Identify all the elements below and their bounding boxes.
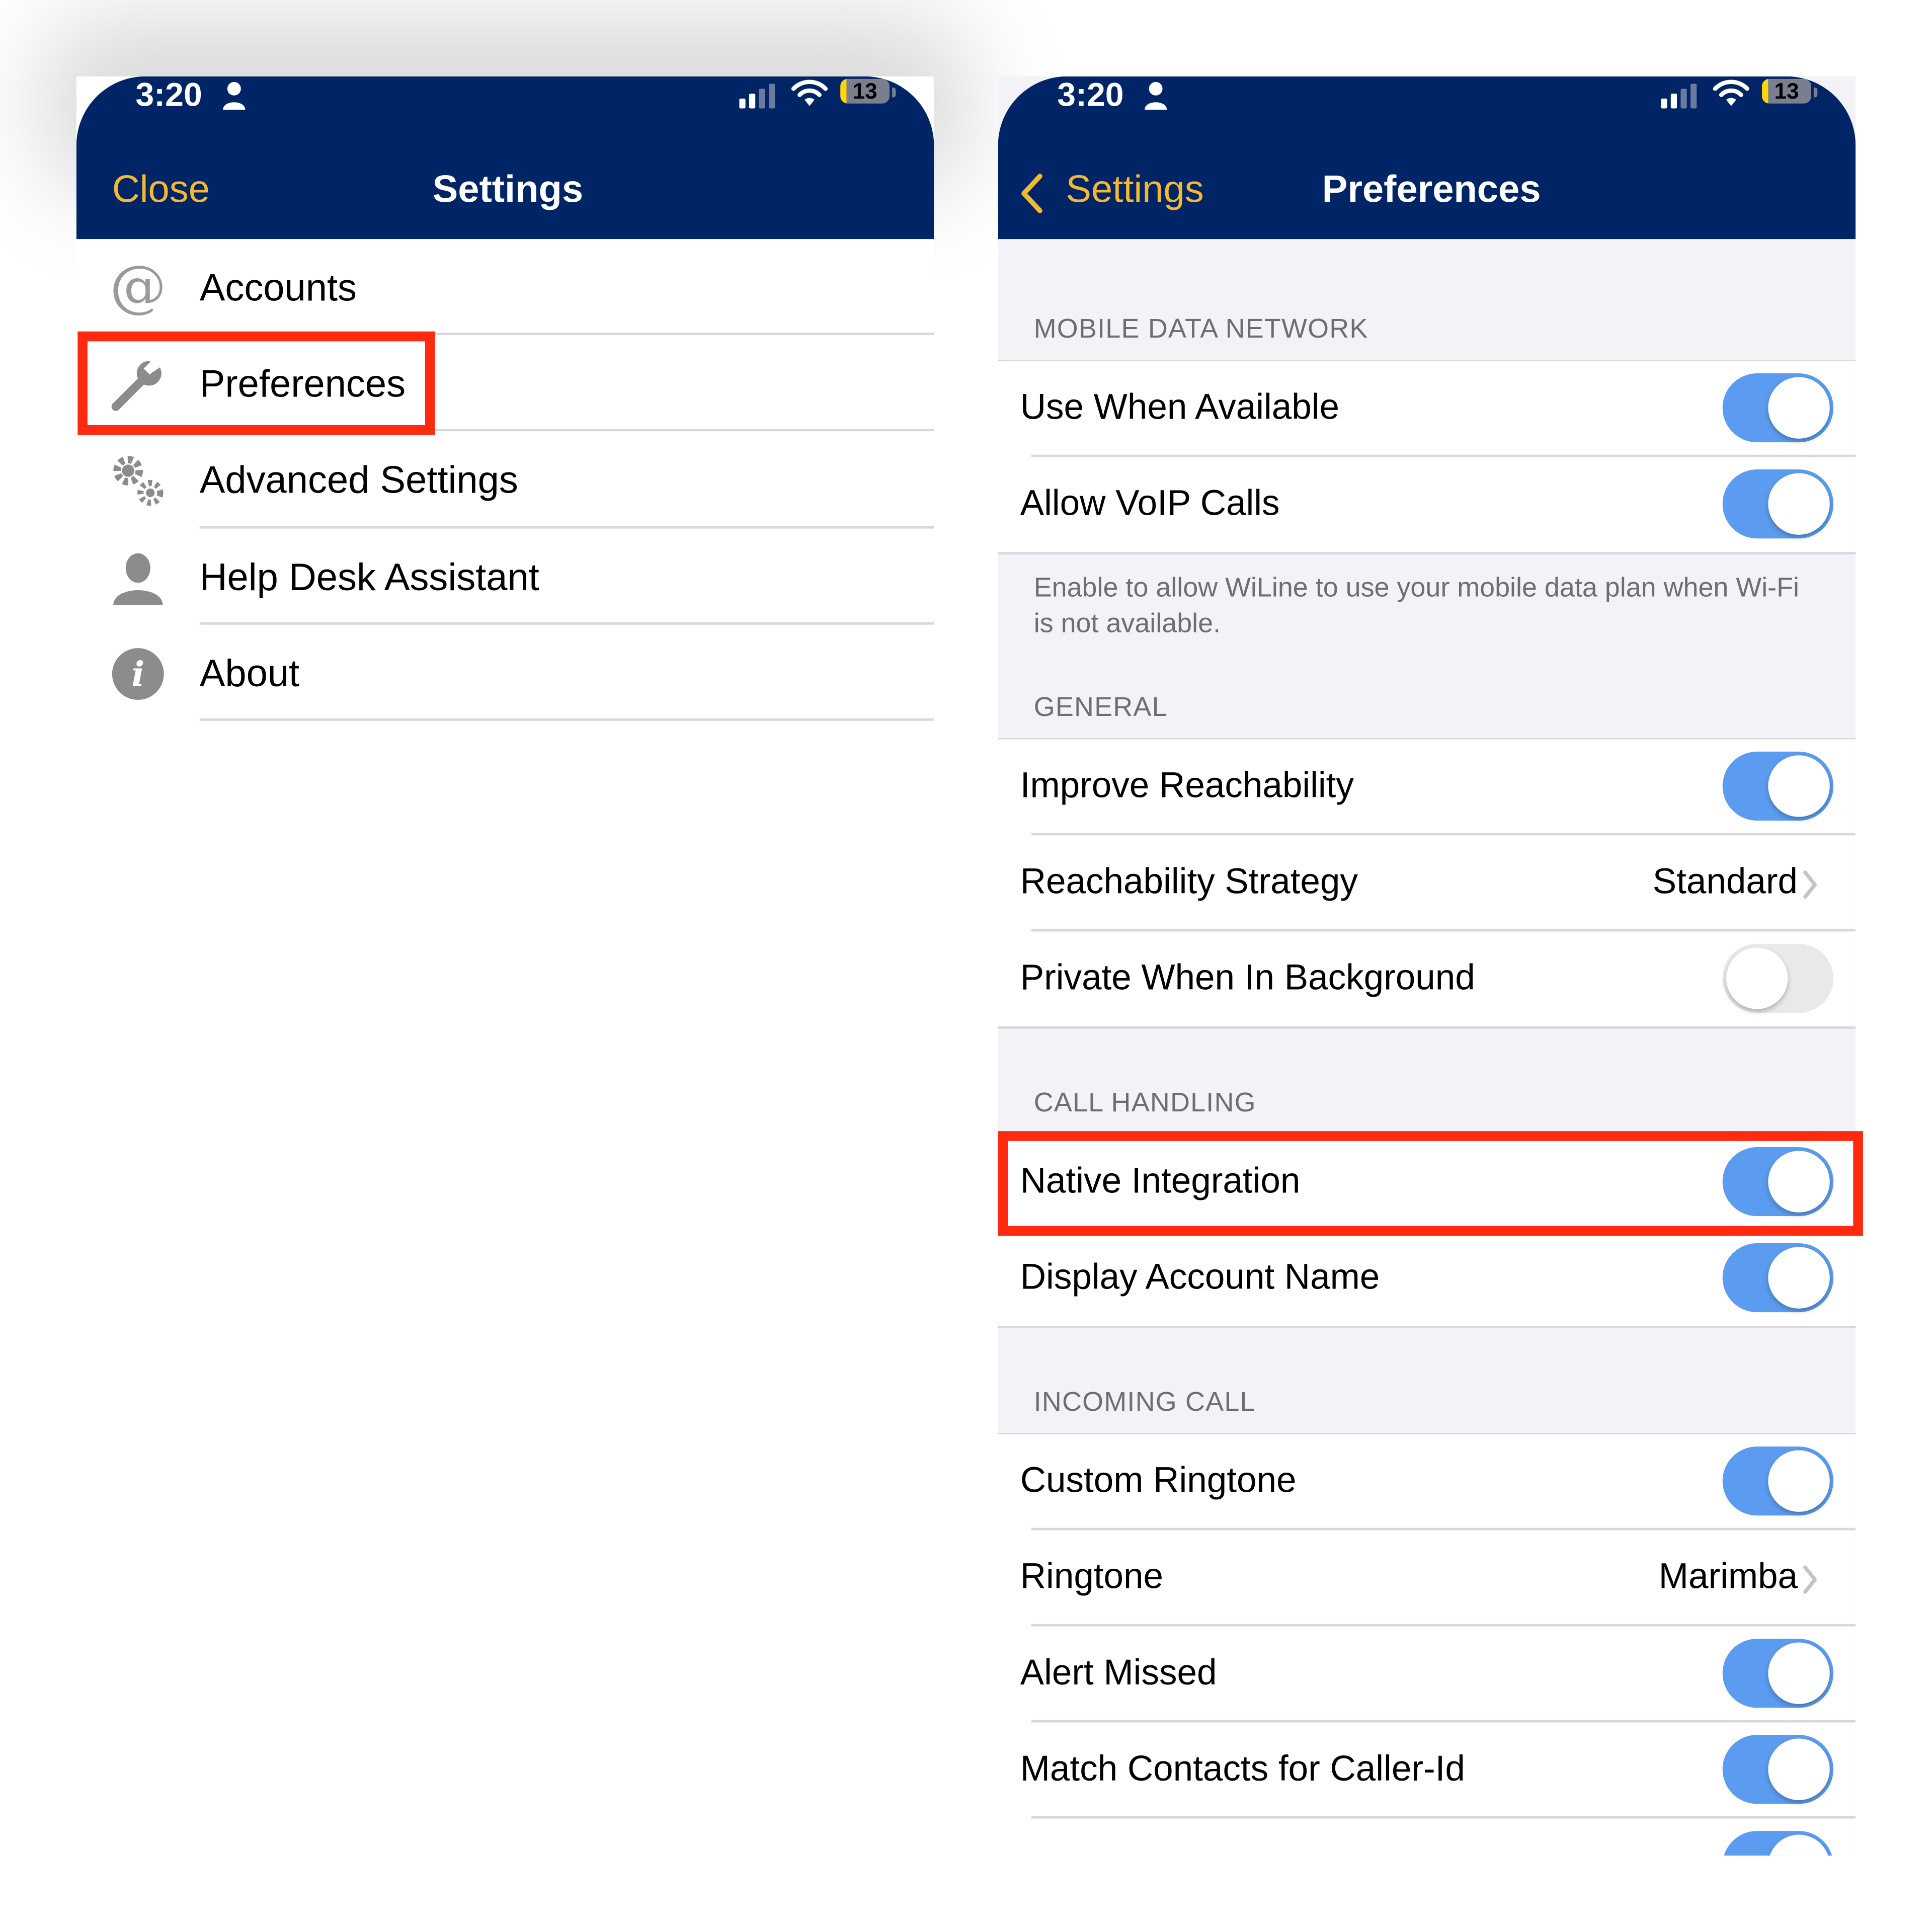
section-header-mobile-data: MOBILE DATA NETWORK — [1033, 313, 1369, 344]
menu-item-label: Advanced Settings — [199, 458, 518, 502]
row-ringtone[interactable]: Ringtone Marimba — [998, 1530, 1856, 1627]
row-private-when-in-background: Private When In Background — [998, 931, 1856, 1028]
battery-icon: 13 — [840, 78, 890, 104]
settings-screen: 3:20 13 Close Settings @ Accounts Prefer… — [76, 76, 934, 816]
row-label: Private When In Background — [1020, 958, 1475, 998]
page-title: Preferences — [1322, 168, 1541, 211]
row-partially-visible — [998, 1818, 1856, 1856]
at-sign-icon: @ — [110, 259, 167, 318]
close-button[interactable]: Close — [112, 168, 210, 212]
person-icon — [113, 553, 163, 605]
section-header-incoming-call: INCOMING CALL — [1033, 1386, 1256, 1417]
screenshot-stage: 3:20 13 Close Settings @ Accounts Prefer… — [0, 0, 1932, 1932]
wifi-icon — [791, 79, 828, 106]
battery-nub — [1813, 87, 1818, 98]
row-label: Ringtone — [1020, 1557, 1164, 1597]
row-display-account-name: Display Account Name — [998, 1231, 1856, 1327]
highlight-box-native-integration — [998, 1131, 1863, 1236]
divider — [199, 718, 934, 721]
use-when-available-toggle[interactable] — [1722, 373, 1834, 443]
custom-ringtone-toggle[interactable] — [1722, 1446, 1834, 1516]
status-time: 3:20 — [1057, 76, 1124, 114]
battery-icon: 13 — [1762, 78, 1812, 104]
row-value: Marimba — [1658, 1557, 1798, 1597]
section-footer-mobile-data: Enable to allow WiLine to use your mobil… — [1033, 572, 1800, 638]
menu-item-help-desk-assistant[interactable]: Help Desk Assistant — [76, 529, 934, 625]
gears-icon — [113, 456, 164, 506]
menu-item-label: About — [199, 652, 300, 695]
back-button[interactable]: Settings — [1066, 168, 1203, 212]
divider — [998, 552, 1856, 555]
highlight-box-preferences — [77, 331, 435, 435]
signal-icon — [1661, 84, 1697, 109]
menu-item-advanced-settings[interactable]: Advanced Settings — [76, 431, 934, 527]
row-alert-missed: Alert Missed — [998, 1626, 1856, 1723]
row-use-when-available: Use When Available — [998, 361, 1856, 457]
allow-voip-calls-toggle[interactable] — [1722, 469, 1834, 539]
row-label: Improve Reachability — [1020, 766, 1354, 806]
row-improve-reachability: Improve Reachability — [998, 739, 1856, 836]
chevron-right-icon — [1803, 870, 1817, 899]
row-label: Custom Ringtone — [1020, 1461, 1297, 1501]
person-status-icon — [1145, 82, 1167, 110]
svg-text:i: i — [131, 655, 144, 695]
row-custom-ringtone: Custom Ringtone — [998, 1434, 1856, 1531]
svg-text:@: @ — [110, 259, 167, 318]
row-label: Display Account Name — [1020, 1258, 1380, 1298]
battery-nub — [892, 87, 896, 98]
section-header-call-handling: CALL HANDLING — [1033, 1087, 1256, 1118]
status-time: 3:20 — [135, 76, 202, 114]
row-label: Allow VoIP Calls — [1020, 484, 1280, 524]
info-icon: i — [112, 648, 164, 700]
divider — [998, 1026, 1856, 1029]
row-value: Standard — [1652, 862, 1798, 902]
divider — [998, 1326, 1856, 1329]
row-match-contacts: Match Contacts for Caller-Id — [998, 1722, 1856, 1819]
wifi-icon — [1713, 79, 1749, 106]
section-header-general: GENERAL — [1033, 691, 1168, 722]
display-account-name-toggle[interactable] — [1722, 1243, 1834, 1313]
improve-reachability-toggle[interactable] — [1722, 751, 1834, 821]
private-when-in-background-toggle[interactable] — [1722, 943, 1834, 1013]
nav-bar: 3:20 13 Close Settings — [76, 76, 934, 239]
battery-level: 13 — [1774, 78, 1799, 104]
chevron-right-icon — [1803, 1565, 1817, 1594]
preferences-screen: 3:20 13 Settings Preferences MOBILE DATA… — [998, 76, 1856, 1856]
battery-level: 13 — [852, 78, 877, 104]
alert-missed-toggle[interactable] — [1722, 1639, 1834, 1708]
row-allow-voip-calls: Allow VoIP Calls — [998, 457, 1856, 553]
back-chevron-icon[interactable] — [1018, 173, 1045, 214]
person-status-icon — [223, 82, 246, 110]
row-label: Match Contacts for Caller-Id — [1020, 1749, 1465, 1789]
row-label: Use When Available — [1020, 388, 1340, 428]
partially-visible-toggle[interactable] — [1722, 1831, 1834, 1856]
nav-bar: 3:20 13 Settings Preferences — [998, 76, 1856, 239]
menu-item-about[interactable]: i About — [76, 625, 934, 721]
menu-item-label: Accounts — [199, 266, 357, 309]
menu-item-accounts[interactable]: @ Accounts — [76, 239, 934, 335]
row-label: Alert Missed — [1020, 1653, 1217, 1693]
signal-icon — [739, 84, 775, 109]
page-title: Settings — [432, 168, 584, 211]
row-reachability-strategy[interactable]: Reachability Strategy Standard — [998, 835, 1856, 932]
menu-item-label: Help Desk Assistant — [199, 555, 539, 599]
row-label: Reachability Strategy — [1020, 862, 1358, 902]
match-contacts-toggle[interactable] — [1722, 1735, 1834, 1804]
